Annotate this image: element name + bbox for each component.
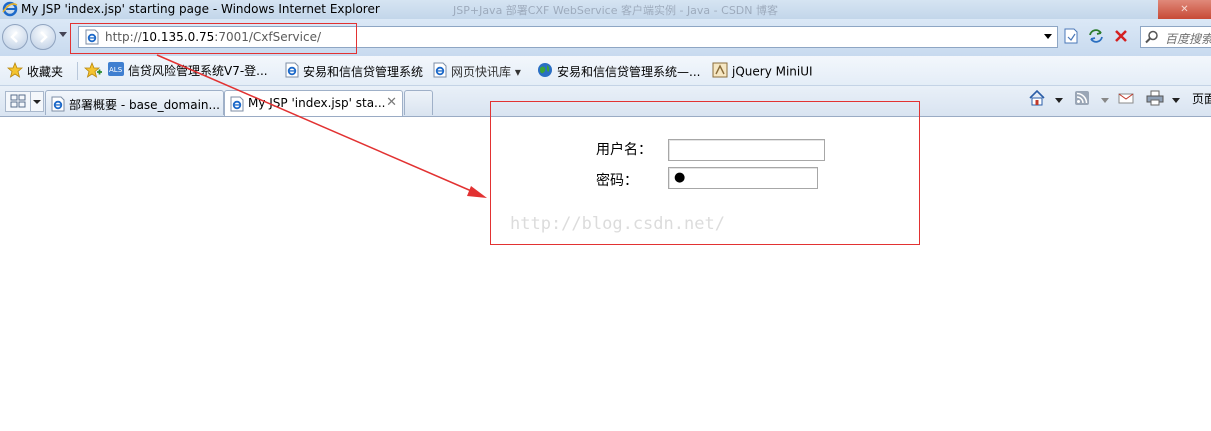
address-dropdown-icon[interactable] [1044,34,1052,40]
ie-page-icon [51,96,65,115]
globe-icon [537,62,553,81]
favorite-link-1[interactable]: ALS 信贷风险管理系统V7-登... [108,62,268,79]
back-arrow-icon [10,31,18,43]
ie-page-icon [285,62,299,81]
tab-list-button[interactable] [30,91,44,112]
feeds-button[interactable] [1074,90,1090,109]
favorite-link-2[interactable]: 安易和信信贷管理系统 [285,62,423,81]
quick-tabs-button[interactable] [5,91,31,112]
history-dropdown-icon[interactable] [59,32,67,38]
tab-label: 部署概要 - base_domain... [69,98,220,112]
search-placeholder: 百度搜索 [1165,32,1211,46]
favorites-bar: 收藏夹 ALS 信贷风险管理系统V7-登... 安易和信信贷管理系统 网页快讯库… [0,56,1211,86]
print-button[interactable] [1146,90,1164,109]
back-button[interactable] [2,24,28,50]
forward-arrow-icon [40,31,48,43]
search-field[interactable]: 百度搜索 [1140,26,1211,48]
refresh-button[interactable] [1087,27,1107,45]
ie-page-icon [230,96,244,115]
address-highlight-box [70,23,357,54]
favorites-separator [77,62,78,80]
print-icon [1146,90,1164,106]
window-close-button[interactable]: ✕ [1158,0,1211,19]
home-icon [1029,89,1045,106]
print-dropdown-icon[interactable] [1172,98,1180,104]
add-favorite-icon [83,61,102,81]
web-slice-gallery-link[interactable]: 网页快讯库 ▾ [433,62,521,81]
rss-feed-icon [1075,91,1089,105]
favorite-link-5[interactable]: jQuery MiniUI [712,62,813,81]
mail-icon [1118,93,1134,104]
stop-icon [1115,30,1127,42]
web-slice-icon [433,62,447,81]
close-tab-icon[interactable]: ✕ [386,95,397,110]
read-mail-button[interactable] [1118,90,1134,109]
svg-text:ALS: ALS [109,66,123,74]
miniui-icon [712,62,728,81]
form-highlight-box [490,101,920,245]
forward-button[interactable] [30,24,56,50]
new-tab-button[interactable] [404,90,433,115]
tab-label: My JSP 'index.jsp' sta... [248,96,386,110]
stop-button[interactable] [1112,27,1132,45]
window-title: My JSP 'index.jsp' starting page - Windo… [21,2,380,16]
add-to-favorites-bar-button[interactable] [83,61,106,81]
chevron-down-icon [33,100,41,104]
feeds-dropdown-icon[interactable] [1101,98,1109,104]
favorites-star-icon [6,61,24,81]
internet-explorer-icon [2,1,18,20]
background-window-title: JSP+Java 部署CXF WebService 客户端实例 - Java -… [453,4,778,17]
tab-deployment-overview[interactable]: 部署概要 - base_domain... [45,90,224,115]
compatibility-view-button[interactable] [1062,27,1082,45]
search-icon [1145,30,1158,44]
home-button[interactable] [1028,89,1046,109]
compatibility-view-icon [1064,28,1078,44]
refresh-icon [1089,29,1103,43]
window-title-bar[interactable]: My JSP 'index.jsp' starting page - Windo… [0,0,1211,19]
favorites-label: 收藏夹 [27,65,64,79]
home-dropdown-icon[interactable] [1055,98,1063,104]
favorite-link-4[interactable]: 安易和信信贷管理系统—... [537,62,700,81]
page-menu-button[interactable]: 页面 [1192,90,1211,107]
quick-tabs-icon [10,94,26,108]
favorites-button[interactable]: 收藏夹 [6,61,64,81]
tab-jsp-index[interactable]: My JSP 'index.jsp' sta... ✕ [224,90,403,116]
als-icon: ALS [108,62,124,79]
